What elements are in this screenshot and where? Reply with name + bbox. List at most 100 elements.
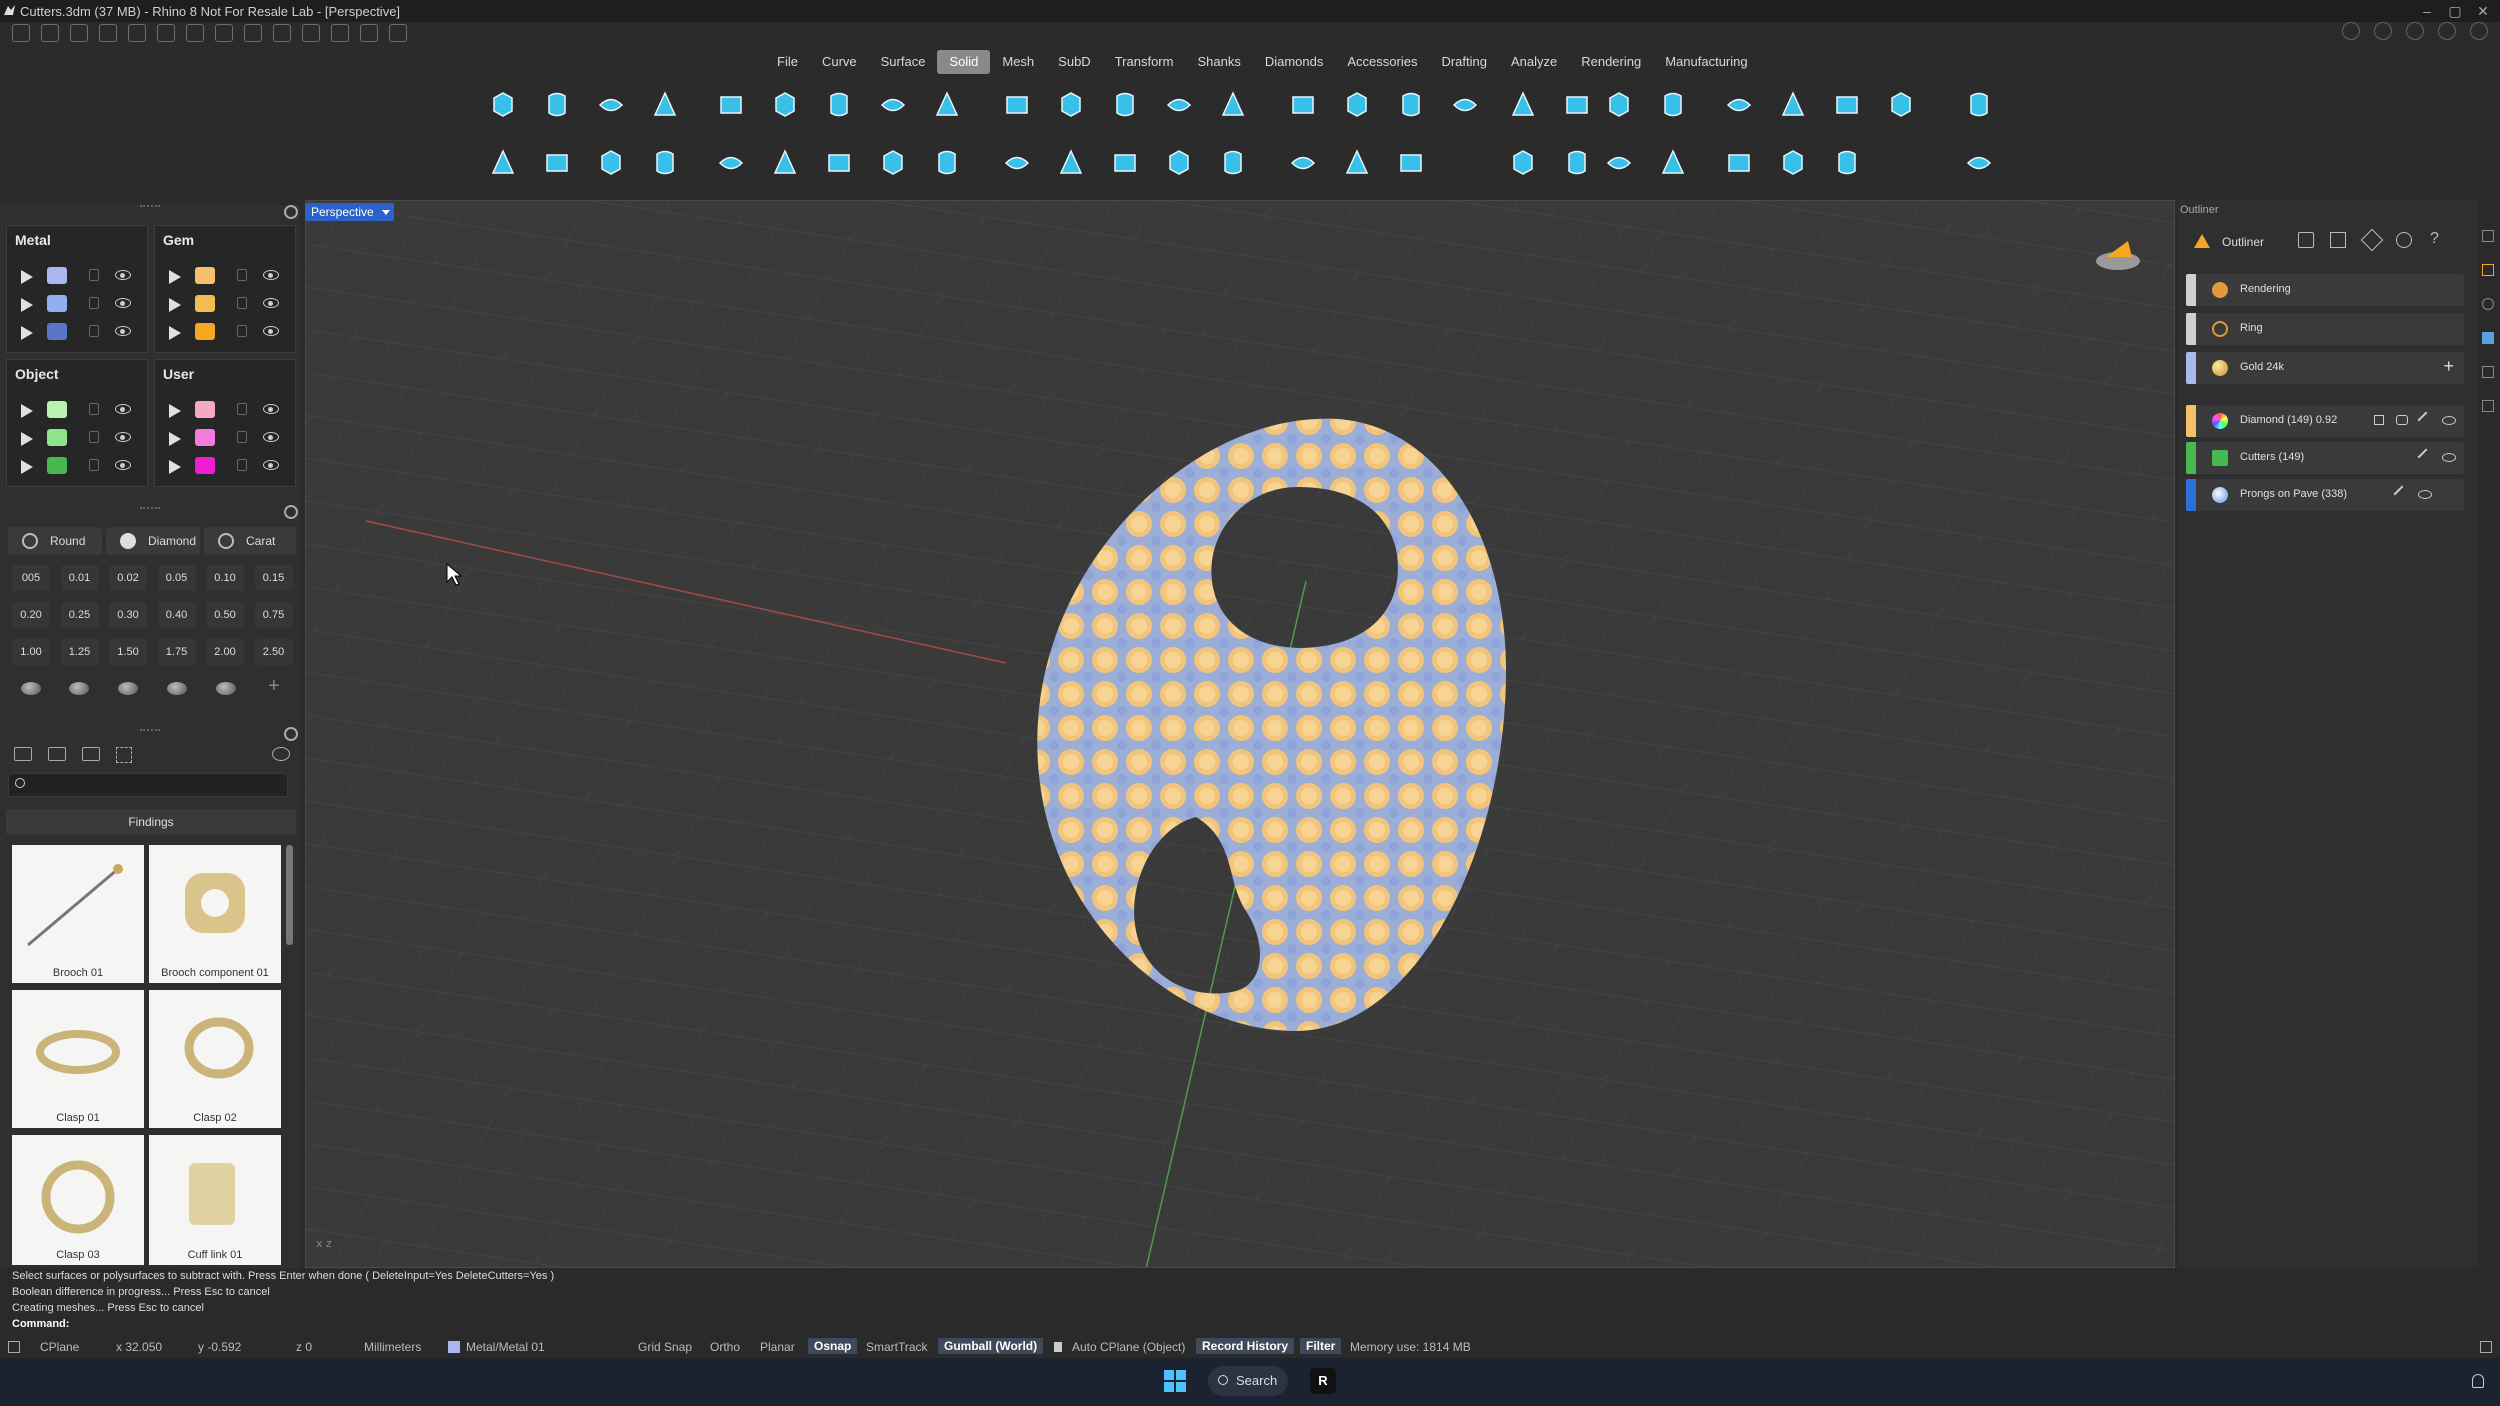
- cylinder-tool-button[interactable]: [1956, 140, 2002, 186]
- measure-icon[interactable]: [360, 24, 378, 42]
- eye-icon[interactable]: [115, 432, 131, 442]
- carat-size-button[interactable]: 1.00: [12, 639, 50, 665]
- object-row-prongs[interactable]: Prongs on Pave (338): [2186, 479, 2464, 511]
- minimize-icon[interactable]: –: [2418, 3, 2436, 19]
- sphere-tool-button[interactable]: [1048, 82, 1094, 128]
- metal-layer-row[interactable]: [7, 262, 147, 290]
- boolean-split-tool-button[interactable]: [1442, 82, 1488, 128]
- carat-size-button[interactable]: 0.15: [254, 565, 293, 591]
- lock-icon[interactable]: [89, 403, 99, 415]
- extract-tool-button[interactable]: [1334, 140, 1380, 186]
- shape-button[interactable]: [109, 675, 147, 703]
- panel-grip[interactable]: [140, 729, 160, 733]
- carat-filter-button[interactable]: Carat: [204, 527, 296, 555]
- cage-tool-button[interactable]: [1554, 140, 1600, 186]
- lock-icon[interactable]: [89, 269, 99, 281]
- fillet-tool-button[interactable]: [1156, 140, 1202, 186]
- select-icon[interactable]: [2374, 415, 2384, 425]
- viewport-title-tab[interactable]: Perspective: [305, 203, 394, 221]
- user-layer-row[interactable]: [155, 452, 295, 480]
- pencil-icon[interactable]: [2417, 411, 2435, 429]
- gem-swatch-1[interactable]: [195, 267, 215, 284]
- cube-tool-button[interactable]: [480, 82, 526, 128]
- info-icon[interactable]: [2374, 22, 2392, 40]
- eye-icon[interactable]: [263, 326, 279, 336]
- close-icon[interactable]: ✕: [2474, 3, 2492, 19]
- ring-icon[interactable]: [2406, 22, 2424, 40]
- carat-size-button[interactable]: 0.05: [157, 565, 196, 591]
- eye-icon[interactable]: [263, 432, 279, 442]
- object-row-cutters[interactable]: Cutters (149): [2186, 442, 2464, 474]
- carat-size-button[interactable]: 1.50: [109, 639, 147, 665]
- carat-size-button[interactable]: 0.40: [157, 602, 196, 628]
- save-as-icon[interactable]: [215, 24, 233, 42]
- solid-tool-button[interactable]: [1102, 82, 1148, 128]
- rhino-taskbar-icon[interactable]: R: [1310, 1368, 1336, 1394]
- shape-button[interactable]: [207, 675, 245, 703]
- settings-icon[interactable]: [389, 24, 407, 42]
- library-item[interactable]: Clasp 01: [12, 990, 144, 1128]
- lock-icon[interactable]: [237, 431, 247, 443]
- pyramid-tool-button[interactable]: [816, 82, 862, 128]
- play-icon[interactable]: [21, 404, 33, 418]
- gem-layer-row[interactable]: [155, 262, 295, 290]
- carat-size-button[interactable]: 2.50: [254, 639, 293, 665]
- units-label[interactable]: Millimeters: [364, 1340, 421, 1354]
- eye-icon[interactable]: [115, 326, 131, 336]
- refresh-icon[interactable]: [2396, 232, 2412, 248]
- menu-mesh[interactable]: Mesh: [990, 50, 1046, 74]
- refresh-icon[interactable]: [272, 747, 290, 761]
- grid-view-icon[interactable]: [116, 747, 132, 763]
- menu-rendering[interactable]: Rendering: [1569, 50, 1653, 74]
- cage-tool-button[interactable]: [1878, 82, 1924, 128]
- gem-layer-row[interactable]: [155, 290, 295, 318]
- new-file-icon[interactable]: [12, 24, 30, 42]
- eye-icon[interactable]: [115, 298, 131, 308]
- gear-icon[interactable]: [284, 505, 298, 519]
- eye-icon[interactable]: [115, 404, 131, 414]
- filter-toggle[interactable]: Filter: [1300, 1338, 1342, 1354]
- lock-icon[interactable]: [237, 269, 247, 281]
- auto-cplane-toggle[interactable]: Auto CPlane (Object): [1072, 1340, 1185, 1354]
- explode-tool-button[interactable]: [1388, 140, 1434, 186]
- taskbar-search[interactable]: Search: [1208, 1366, 1288, 1396]
- carat-size-button[interactable]: 005: [12, 565, 50, 591]
- folder-add-icon[interactable]: [48, 747, 66, 761]
- lock-icon[interactable]: [89, 459, 99, 471]
- cylinder-tool-button[interactable]: [534, 82, 580, 128]
- library-item[interactable]: Brooch component 01: [149, 845, 281, 983]
- menu-subd[interactable]: SubD: [1046, 50, 1103, 74]
- gear-icon[interactable]: [284, 727, 298, 741]
- pick-icon[interactable]: [2298, 232, 2314, 248]
- metal-swatch-1[interactable]: [47, 267, 67, 284]
- carat-size-button[interactable]: 0.01: [60, 565, 99, 591]
- user-swatch-1[interactable]: [195, 401, 215, 418]
- array-tool-button[interactable]: [1650, 140, 1696, 186]
- lock-icon[interactable]: [89, 431, 99, 443]
- perspective-viewport[interactable]: x z: [305, 200, 2175, 1268]
- shape-button[interactable]: [158, 675, 196, 703]
- maximize-icon[interactable]: ▢: [2446, 3, 2464, 19]
- pipe-tool-button[interactable]: [994, 82, 1040, 128]
- plus-icon[interactable]: +: [2443, 356, 2454, 377]
- fillet-tool-button[interactable]: [1554, 82, 1600, 128]
- play-icon[interactable]: [169, 298, 181, 312]
- display-tab-icon[interactable]: [2482, 366, 2494, 378]
- object-row-diamond[interactable]: Diamond (149) 0.92: [2186, 405, 2464, 437]
- ellipse-tool-button[interactable]: [588, 82, 634, 128]
- eye-icon[interactable]: [115, 460, 131, 470]
- join-tool-button[interactable]: [1824, 82, 1870, 128]
- object-swatch-1[interactable]: [47, 401, 67, 418]
- cone-tool-button[interactable]: [762, 82, 808, 128]
- extract-tool-button[interactable]: [1716, 82, 1762, 128]
- carat-size-button[interactable]: 1.75: [157, 639, 196, 665]
- shape-button[interactable]: [60, 675, 98, 703]
- metal-swatch-2[interactable]: [47, 295, 67, 312]
- menu-shanks[interactable]: Shanks: [1185, 50, 1252, 74]
- metal-swatch-3[interactable]: [47, 323, 67, 340]
- materials-tab-icon[interactable]: [2482, 298, 2494, 310]
- mirror-tool-button[interactable]: [1770, 140, 1816, 186]
- join-tool-button[interactable]: [1500, 140, 1546, 186]
- save-icon[interactable]: [186, 24, 204, 42]
- layer-icon[interactable]: [2342, 22, 2360, 40]
